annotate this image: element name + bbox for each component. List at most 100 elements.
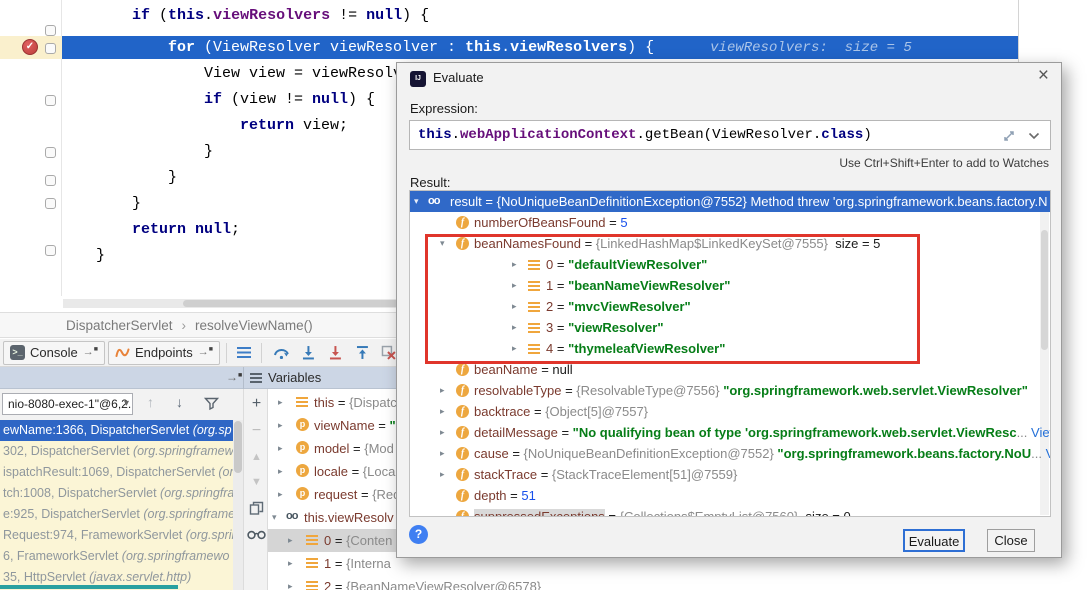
result-row[interactable]: ▸2 = "mvcViewResolver": [410, 296, 1050, 317]
result-row[interactable]: ▾ooresult = {NoUniqueBeanDefinitionExcep…: [410, 191, 1050, 212]
expand-chevron-icon[interactable]: ▸: [440, 422, 445, 443]
result-label: Result:: [410, 175, 450, 190]
help-icon[interactable]: ?: [409, 525, 428, 544]
code-line[interactable]: return null;: [132, 219, 240, 241]
stack-frame-row[interactable]: e:925, DispatcherServlet (org.springfram…: [0, 504, 233, 525]
result-row[interactable]: fnumberOfBeansFound = 5: [410, 212, 1050, 233]
result-row[interactable]: ▸fbacktrace = {Object[5]@7557}: [410, 401, 1050, 422]
expand-chevron-icon[interactable]: ▸: [440, 464, 445, 485]
close-icon[interactable]: ×: [1038, 65, 1049, 87]
expand-chevron-icon[interactable]: ▸: [288, 575, 293, 590]
view-link[interactable]: View: [1027, 425, 1050, 440]
expand-chevron-icon[interactable]: ▾: [272, 506, 277, 529]
expand-chevron-icon[interactable]: ▸: [440, 443, 445, 464]
expand-editor-icon[interactable]: [1002, 129, 1016, 143]
fold-marker-icon[interactable]: [45, 198, 56, 209]
move-watch-up-icon[interactable]: ▲: [244, 451, 269, 463]
result-row[interactable]: ▸3 = "viewResolver": [410, 317, 1050, 338]
result-row[interactable]: ▸fcause = {NoUniqueBeanDefinitionExcepti…: [410, 443, 1050, 464]
frames-scrollbar[interactable]: [233, 420, 243, 590]
token: numberOfBeansFound: [474, 215, 606, 230]
filter-frames-icon[interactable]: [204, 396, 219, 411]
result-tree[interactable]: ▾ooresult = {NoUniqueBeanDefinitionExcep…: [409, 190, 1051, 517]
move-watch-down-icon[interactable]: ▼: [244, 476, 269, 488]
expand-chevron-icon[interactable]: ▸: [512, 317, 517, 338]
breakpoint-verified-icon[interactable]: ✓: [22, 39, 38, 55]
expand-chevron-icon[interactable]: ▾: [414, 191, 419, 212]
remove-watch-icon[interactable]: −: [244, 422, 269, 440]
result-row[interactable]: ▾fbeanNamesFound = {LinkedHashMap$Linked…: [410, 233, 1050, 254]
previous-frame-icon[interactable]: ↑: [147, 394, 154, 410]
variables-menu-icon[interactable]: [250, 373, 262, 383]
expand-chevron-icon[interactable]: ▸: [278, 460, 283, 483]
expand-chevron-icon[interactable]: ▸: [512, 296, 517, 317]
expand-chevron-icon[interactable]: ▸: [288, 529, 293, 552]
breadcrumb-method[interactable]: resolveViewName(): [195, 318, 313, 333]
step-over-icon[interactable]: [273, 344, 290, 361]
result-row[interactable]: ▸fdetailMessage = "No qualifying bean of…: [410, 422, 1050, 443]
add-watch-icon[interactable]: +: [244, 395, 269, 413]
tab-console[interactable]: >_ Console →■: [3, 341, 105, 365]
fold-marker-icon[interactable]: [45, 25, 56, 36]
tab-endpoints[interactable]: Endpoints →■: [108, 341, 220, 365]
expand-chevron-icon[interactable]: ▸: [440, 380, 445, 401]
expression-history-chevron-icon[interactable]: [1028, 132, 1040, 140]
code-line[interactable]: if (this.viewResolvers != null) {: [132, 5, 429, 27]
code-line[interactable]: }: [168, 167, 177, 189]
step-out-icon[interactable]: [354, 344, 371, 361]
code-line[interactable]: for (ViewResolver viewResolver : this.vi…: [168, 37, 912, 59]
next-frame-icon[interactable]: ↓: [176, 394, 183, 410]
stack-frame-row[interactable]: 6, FrameworkServlet (org.springframewo: [0, 546, 233, 567]
variable-row[interactable]: ▸2 = {BeanNameViewResolver@6578}: [268, 575, 560, 590]
drop-frame-icon[interactable]: [380, 344, 397, 361]
code-line[interactable]: if (view != null) {: [204, 89, 375, 111]
result-row[interactable]: ▸fstackTrace = {StackTraceElement[51]@75…: [410, 464, 1050, 485]
expand-chevron-icon[interactable]: ▸: [512, 254, 517, 275]
expand-chevron-icon[interactable]: ▸: [278, 437, 283, 460]
view-link[interactable]: View: [1042, 446, 1050, 461]
fold-marker-icon[interactable]: [45, 43, 56, 54]
breadcrumb-class[interactable]: DispatcherServlet: [66, 318, 173, 333]
code-line[interactable]: return view;: [240, 115, 348, 137]
stack-frame-row[interactable]: ispatchResult:1069, DispatcherServlet (o…: [0, 462, 233, 483]
fold-marker-icon[interactable]: [45, 245, 56, 256]
stack-frame-row[interactable]: tch:1008, DispatcherServlet (org.springf…: [0, 483, 233, 504]
duplicate-watch-icon[interactable]: [249, 501, 264, 516]
result-row[interactable]: ▸4 = "thymeleafViewResolver": [410, 338, 1050, 359]
step-into-icon[interactable]: [300, 344, 317, 361]
expand-chevron-icon[interactable]: ▸: [278, 414, 283, 437]
stack-frame-row[interactable]: Request:974, FrameworkServlet (org.sprin: [0, 525, 233, 546]
layout-menu-icon[interactable]: [237, 347, 251, 358]
result-row[interactable]: ▸fresolvableType = {ResolvableType@7556}…: [410, 380, 1050, 401]
jump-to-endpoints-icon[interactable]: →■: [198, 346, 213, 358]
expand-chevron-icon[interactable]: ▸: [440, 401, 445, 422]
result-row[interactable]: ▸0 = "defaultViewResolver": [410, 254, 1050, 275]
show-watches-icon[interactable]: [247, 528, 266, 540]
expand-chevron-icon[interactable]: ▸: [512, 338, 517, 359]
expression-input[interactable]: this.webApplicationContext.getBean(ViewR…: [409, 120, 1051, 150]
token: this.viewResolv: [304, 510, 394, 525]
code-line[interactable]: }: [204, 141, 213, 163]
stack-frame-row[interactable]: 302, DispatcherServlet (org.springframew: [0, 441, 233, 462]
expand-chevron-icon[interactable]: ▸: [278, 483, 283, 506]
evaluate-button[interactable]: Evaluate: [903, 529, 965, 552]
expand-chevron-icon[interactable]: ▾: [440, 233, 445, 254]
fold-marker-icon[interactable]: [45, 175, 56, 186]
stack-frame-row[interactable]: ewName:1366, DispatcherServlet (org.sp: [0, 420, 243, 441]
expand-chevron-icon[interactable]: ▸: [288, 552, 293, 575]
code-line[interactable]: }: [96, 245, 105, 267]
result-row[interactable]: fbeanName = null: [410, 359, 1050, 380]
code-line[interactable]: }: [132, 193, 141, 215]
result-row[interactable]: ▸1 = "beanNameViewResolver": [410, 275, 1050, 296]
expand-chevron-icon[interactable]: ▸: [512, 275, 517, 296]
result-row[interactable]: fsuppressedExceptions = {Collections$Emp…: [410, 506, 1050, 517]
frames-pin-icon[interactable]: →■: [226, 370, 242, 384]
fold-marker-icon[interactable]: [45, 147, 56, 158]
force-step-into-icon[interactable]: [327, 344, 344, 361]
jump-to-console-icon[interactable]: →■: [83, 346, 98, 358]
thread-selector[interactable]: nio-8080-exec-1"@6,2... ▾: [2, 393, 133, 415]
fold-marker-icon[interactable]: [45, 95, 56, 106]
result-row[interactable]: fdepth = 51: [410, 485, 1050, 506]
expand-chevron-icon[interactable]: ▸: [278, 391, 283, 414]
close-button[interactable]: Close: [987, 529, 1035, 552]
